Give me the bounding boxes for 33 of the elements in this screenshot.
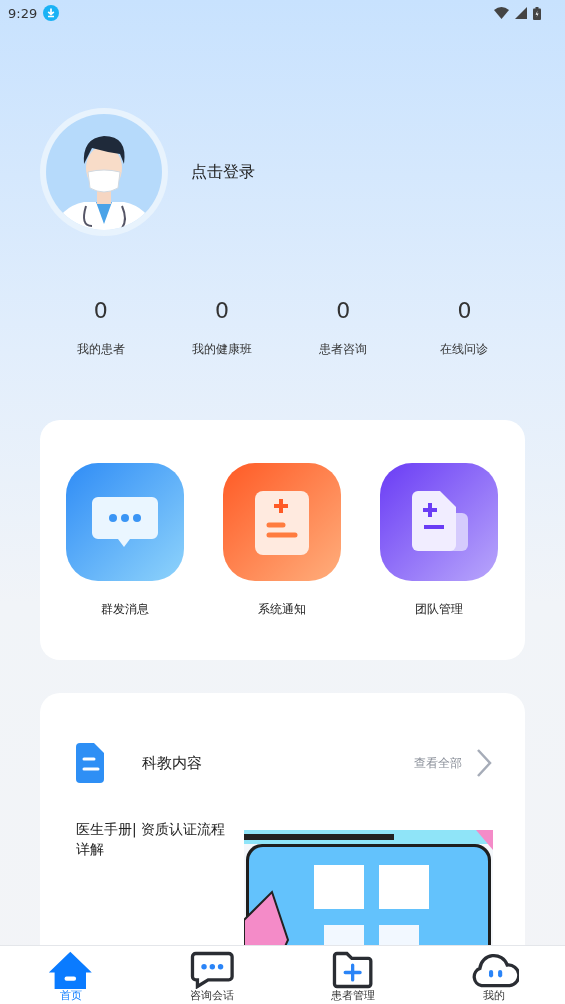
document-plus-icon[interactable]	[222, 463, 341, 581]
stat-label[interactable]: 患者咨询	[319, 341, 368, 358]
stat-label[interactable]: 我的患者	[76, 341, 125, 358]
document-plus-icon[interactable]	[379, 463, 498, 581]
document-icon	[76, 743, 104, 783]
stat-label[interactable]: 在线问诊	[440, 341, 489, 358]
stat-value: 0	[336, 298, 351, 323]
tool-label: 群发消息	[100, 601, 149, 618]
nav-tab[interactable]: 患者管理	[331, 946, 376, 1004]
doctor-avatar[interactable]	[40, 108, 168, 236]
stat-value: 0	[93, 298, 108, 323]
nav-tab[interactable]: 我的	[469, 946, 520, 1004]
tool-label: 系统通知	[257, 601, 306, 618]
wifi-icon	[494, 7, 509, 19]
stat-label[interactable]: 我的健康班	[191, 341, 252, 358]
nav-tab[interactable]: 咨询会话	[189, 946, 235, 1004]
tool-label: 团队管理	[414, 601, 463, 618]
status-time: 9:29	[8, 5, 38, 21]
signal-icon	[515, 7, 527, 19]
stat-value: 0	[457, 298, 472, 323]
chevron-right-icon[interactable]	[475, 748, 493, 778]
article-title[interactable]: 医生手册| 资质认证流程详解	[76, 820, 234, 945]
download-icon	[43, 5, 60, 21]
login-link[interactable]: 点击登录	[191, 161, 255, 183]
home-icon	[48, 951, 93, 989]
view-all-link[interactable]: 查看全部	[414, 754, 462, 772]
section-title: 科教内容	[142, 753, 202, 773]
chat-icon	[189, 951, 235, 989]
stat-value: 0	[214, 298, 229, 323]
battery-icon	[533, 6, 541, 20]
nav-tab[interactable]: 首页	[48, 946, 93, 1004]
message-icon[interactable]	[65, 463, 184, 581]
folder-plus-icon	[332, 951, 374, 989]
